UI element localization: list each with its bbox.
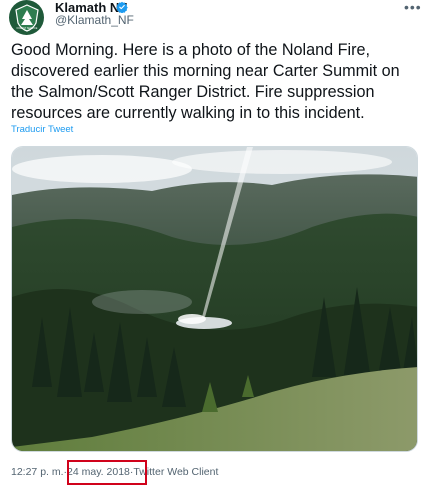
date-highlight-box xyxy=(67,460,147,485)
tweet-photo[interactable] xyxy=(11,146,418,452)
tweet-text: Good Morning. Here is a photo of the Nol… xyxy=(11,41,400,122)
tweet-time[interactable]: 12:27 p. m. xyxy=(11,466,64,478)
translate-tweet-link[interactable]: Traducir Tweet xyxy=(11,124,73,135)
verified-badge-icon xyxy=(116,1,128,13)
forest-fire-photo xyxy=(12,147,417,451)
author-handle[interactable]: @Klamath_NF xyxy=(55,13,134,27)
avatar[interactable]: FOREST SERVICE xyxy=(9,0,44,35)
forest-service-shield-icon: FOREST SERVICE xyxy=(14,3,39,32)
more-options-icon[interactable]: ••• xyxy=(404,0,422,15)
avatar-text: FOREST SERVICE xyxy=(16,27,37,30)
